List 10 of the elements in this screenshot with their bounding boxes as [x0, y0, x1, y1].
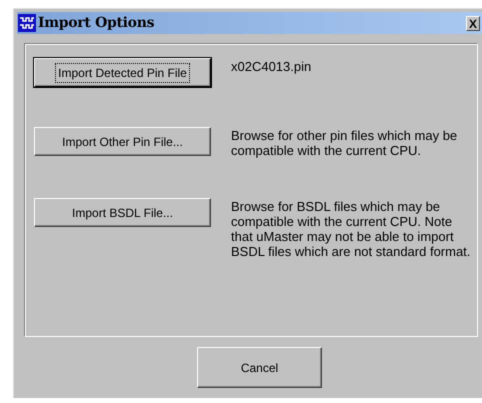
import-button[interactable]: Import BSDL File... [34, 198, 211, 227]
cancel-button[interactable]: Cancel [197, 347, 322, 388]
import-button[interactable]: Import Detected Pin File [34, 58, 211, 87]
window-title: Import Options [38, 15, 154, 31]
app-icon [18, 14, 36, 32]
option-description: Browse for BSDL files which may be compatible with the current CPU. Note that uMaster may not be able to import BSDL files which are not standard format. [231, 198, 471, 259]
import-button[interactable]: Import Other Pin File... [34, 127, 211, 156]
option-description: Browse for other pin files which may be compatible with the current CPU. [231, 127, 458, 158]
file-name: x02C4013.pin [231, 58, 312, 74]
close-button[interactable]: X [466, 16, 480, 30]
